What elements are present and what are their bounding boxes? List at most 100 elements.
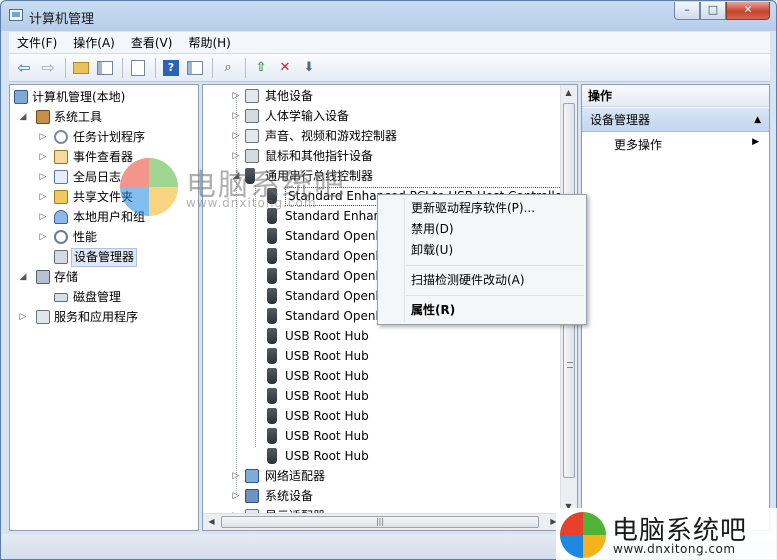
minimize-button[interactable]: – xyxy=(674,2,700,20)
toolbar-separator xyxy=(122,57,123,78)
uninstall-icon[interactable]: ✕ xyxy=(274,57,296,79)
back-arrow-icon[interactable]: ⇦ xyxy=(13,57,35,79)
menu-disable[interactable]: 禁用(D) xyxy=(411,219,454,239)
collapse-arrow-icon[interactable]: ◢ xyxy=(18,267,28,287)
actions-section-label: 设备管理器 xyxy=(590,113,651,127)
menu-file[interactable]: 文件(F) xyxy=(9,34,65,51)
usb-plug-icon xyxy=(267,288,277,304)
device-manager-icon xyxy=(54,250,68,264)
menu-bar: 文件(F) 操作(A) 查看(V) 帮助(H) xyxy=(9,32,770,54)
toolbar-separator xyxy=(245,57,246,78)
horizontal-scrollbar[interactable]: ◀ ||| ▶ xyxy=(203,513,562,530)
corner-brand-watermark: 电脑系统吧 www.dnxitong.com xyxy=(556,508,777,560)
update-driver-icon[interactable]: ⇧ xyxy=(250,57,272,79)
menu-scan-hardware[interactable]: 扫描检测硬件改动(A) xyxy=(411,270,525,290)
expand-arrow-icon[interactable]: ▷ xyxy=(38,187,48,207)
expand-arrow-icon[interactable]: ▷ xyxy=(231,86,241,106)
close-button[interactable]: ✕ xyxy=(726,2,770,20)
event-viewer-icon xyxy=(54,150,68,164)
expand-arrow-icon[interactable]: ▷ xyxy=(18,307,28,327)
usb-plug-icon xyxy=(267,408,277,424)
device-tree-label: 人体学输入设备 xyxy=(265,109,350,123)
device-tree-label: 声音、视频和游戏控制器 xyxy=(265,129,398,143)
tree-item-label: 存储 xyxy=(54,270,79,284)
horizontal-scroll-thumb[interactable]: ||| xyxy=(221,516,539,528)
properties-sheet-icon[interactable] xyxy=(127,57,149,79)
usb-plug-icon xyxy=(267,368,277,384)
menu-action[interactable]: 操作(A) xyxy=(65,34,123,51)
device-context-menu: 更新驱动程序软件(P)... 禁用(D) 卸载(U) 扫描检测硬件改动(A) 属… xyxy=(377,194,587,325)
expand-arrow-icon[interactable]: ▷ xyxy=(38,207,48,227)
tree-item-label: 设备管理器 xyxy=(71,248,138,267)
menu-uninstall[interactable]: 卸载(U) xyxy=(411,240,453,260)
other-devices-icon xyxy=(245,89,259,103)
usb-plug-icon xyxy=(267,268,277,284)
menu-view[interactable]: 查看(V) xyxy=(123,34,181,51)
maximize-button[interactable]: □ xyxy=(700,2,726,20)
scroll-left-icon[interactable]: ◀ xyxy=(204,514,219,529)
expand-arrow-icon[interactable]: ▷ xyxy=(231,486,241,506)
usb-plug-icon xyxy=(267,248,277,264)
shared-folder-icon xyxy=(54,190,68,204)
help-icon[interactable]: ? xyxy=(160,57,182,79)
tree-item-label: 任务计划程序 xyxy=(73,130,146,144)
device-tree-label: Standard Openh xyxy=(285,309,384,323)
device-tree-label: USB Root Hub xyxy=(285,409,369,423)
toolbar-separator xyxy=(212,57,213,78)
expand-arrow-icon[interactable]: ▷ xyxy=(38,167,48,187)
menu-update-driver[interactable]: 更新驱动程序软件(P)... xyxy=(411,198,535,218)
watermark-overlay: 电脑系统吧 www.dnxitong.com xyxy=(120,158,380,218)
system-devices-icon xyxy=(245,489,259,503)
menu-help[interactable]: 帮助(H) xyxy=(180,34,238,51)
disable-icon[interactable]: ⬇ xyxy=(298,57,320,79)
watermark-url: www.dnxitong.com xyxy=(186,196,317,210)
windows-logo-icon xyxy=(560,512,606,558)
tree-root-label: 计算机管理(本地) xyxy=(32,90,126,104)
show-hide-tree-icon[interactable] xyxy=(94,57,116,79)
collapse-up-icon[interactable]: ▲ xyxy=(754,108,761,132)
menu-properties[interactable]: 属性(R) xyxy=(411,300,455,320)
device-tree-label: 系统设备 xyxy=(265,489,314,503)
submenu-arrow-icon[interactable]: ▶ xyxy=(752,137,759,147)
action-pane-icon[interactable] xyxy=(184,57,206,79)
collapse-arrow-icon[interactable]: ◢ xyxy=(18,107,28,127)
expand-arrow-icon[interactable]: ▷ xyxy=(38,147,48,167)
corner-brand-url: www.dnxitong.com xyxy=(613,542,736,556)
clock-icon xyxy=(54,130,68,144)
computer-icon xyxy=(14,90,28,104)
usb-plug-icon xyxy=(267,428,277,444)
folder-up-icon[interactable] xyxy=(70,57,92,79)
usb-plug-icon xyxy=(267,328,277,344)
device-tree-label: 网络适配器 xyxy=(265,469,326,483)
scroll-up-icon[interactable]: ▲ xyxy=(561,85,576,100)
tree-item-label: 系统工具 xyxy=(54,110,103,124)
menu-separator xyxy=(406,295,584,296)
window-title: 计算机管理 xyxy=(29,12,95,27)
scan-hardware-icon[interactable]: ⌕ xyxy=(217,57,239,79)
expand-arrow-icon[interactable]: ▷ xyxy=(38,127,48,147)
usb-plug-icon xyxy=(267,348,277,364)
services-icon xyxy=(36,310,50,324)
computer-management-icon xyxy=(9,9,23,21)
usb-plug-icon xyxy=(267,388,277,404)
forward-arrow-icon[interactable]: ⇨ xyxy=(37,57,59,79)
menu-separator xyxy=(406,265,584,266)
device-tree-label: USB Root Hub xyxy=(285,449,369,463)
title-bar[interactable]: 计算机管理 – □ ✕ xyxy=(1,1,776,31)
device-tree-label: Standard Openh xyxy=(285,269,384,283)
expand-arrow-icon[interactable]: ▷ xyxy=(231,466,241,486)
device-tree-label: Standard Openh xyxy=(285,289,384,303)
device-tree-label: 其他设备 xyxy=(265,89,314,103)
expand-arrow-icon[interactable]: ▷ xyxy=(231,106,241,126)
device-tree-label: USB Root Hub xyxy=(285,389,369,403)
storage-icon xyxy=(36,270,50,284)
toolbar: ⇦ ⇨ ? ⌕ ⇧ ✕ ⬇ xyxy=(9,54,770,82)
usb-plug-icon xyxy=(267,448,277,464)
expand-arrow-icon[interactable]: ▷ xyxy=(38,227,48,247)
more-actions-link[interactable]: 更多操作 xyxy=(614,135,662,155)
expand-arrow-icon[interactable]: ▷ xyxy=(231,126,241,146)
performance-icon xyxy=(54,230,68,244)
actions-section-device-manager[interactable]: 设备管理器 ▲ xyxy=(582,108,769,132)
console-tree-pane[interactable]: 计算机管理(本地) ◢ 系统工具 ▷ 任务计划程序 ▷ 事件查看器 ▷ 全局日志… xyxy=(9,84,199,531)
disk-icon xyxy=(54,293,68,302)
